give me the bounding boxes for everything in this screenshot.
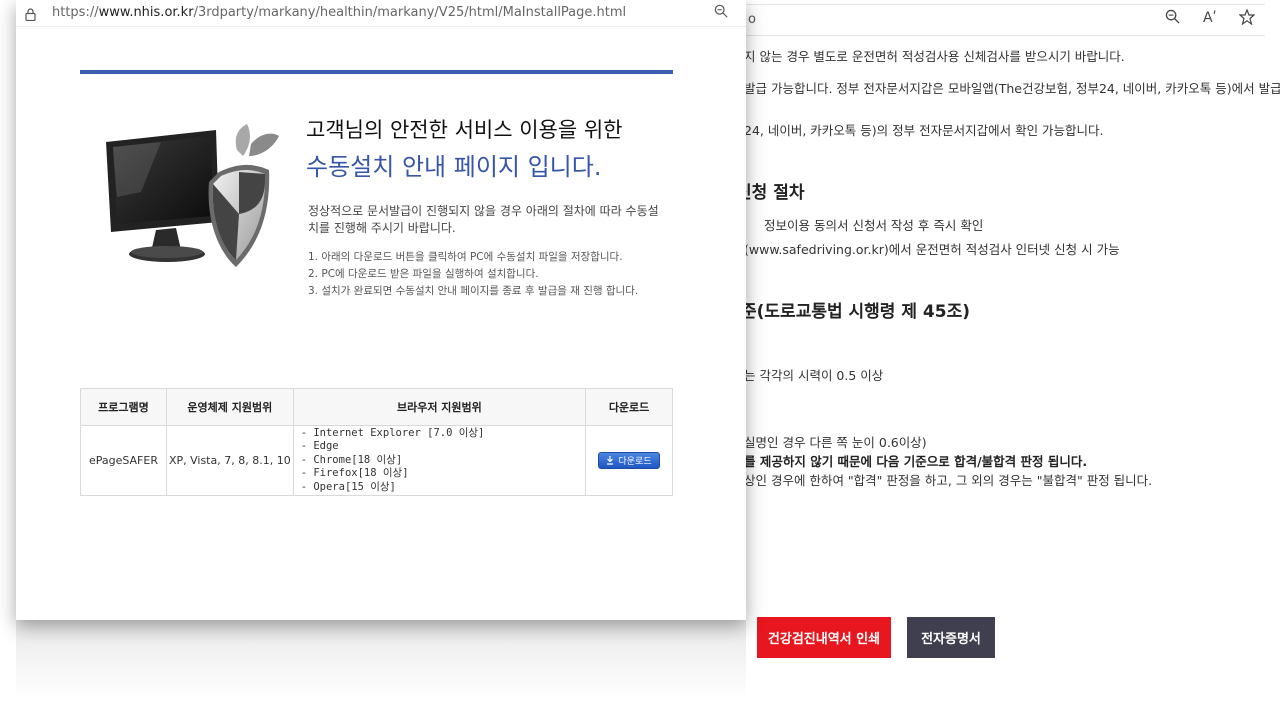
electronic-certificate-button[interactable]: 전자증명서 [907,617,995,658]
cell-browsers: - Internet Explorer [7.0 이상] - Edge - Ch… [292,425,587,496]
list-item: - Firefox[18 이상] [300,467,409,480]
standard-line-1: 는 각각의 시력이 0.5 이상 [744,368,884,383]
header-browser: 브라우저 지원범위 [292,388,587,426]
procedure-heading: 신청 절차 [736,183,805,203]
guide-step-3: 3. 설치가 완료되면 수동설치 안내 페이지를 종료 후 발급을 재 진행 합… [308,285,639,297]
popup-url-host: www.nhis.or.kr [98,5,194,20]
guide-step-2: 2. PC에 다운로드 받은 파일을 실행하여 설치합니다. [308,268,539,280]
standard-line-2: 실명인 경우 다른 쪽 눈이 0.6이상) [744,435,927,450]
guide-title-line-2: 수동설치 안내 페이지 입니다. [306,153,602,181]
guide-title-line-1: 고객님의 안전한 서비스 이용을 위한 [306,118,623,142]
download-button[interactable]: 다운로드 [598,452,660,469]
background-address-bar[interactable] [740,4,1265,36]
lock-icon[interactable] [25,6,36,22]
table-header-row: 프로그램명 운영체제 지원범위 브라우저 지원범위 다운로드 [80,388,673,426]
cell-program: ePageSAFER [80,425,167,496]
cell-download: 다운로드 [585,425,673,496]
standard-line-4: 상인 경우에 한하여 "합격" 판정을 하고, 그 외의 경우는 "불합격" 판… [744,473,1153,488]
header-divider [80,70,673,74]
print-health-checkup-button[interactable]: 건강검진내역서 인쇄 [757,617,891,658]
procedure-line-2: (www.safedriving.or.kr)에서 운전면허 적성검사 인터넷 … [744,242,1120,257]
list-item: - Edge [300,440,339,453]
list-item: - Internet Explorer [7.0 이상] [300,426,485,439]
standard-heading: 준(도로교통법 시행령 제 45조) [741,302,970,322]
header-download: 다운로드 [585,388,673,426]
procedure-line-1: 정보이용 동의서 신청서 작성 후 즉시 확인 [764,218,984,233]
monitor-shield-icon [106,124,279,267]
popup-shadow [16,620,746,700]
standard-line-3: 를 제공하지 않기 때문에 다음 기준으로 합격/불합격 판정 됩니다. [744,454,1088,469]
browser-list: - Internet Explorer [7.0 이상] - Edge - Ch… [294,427,585,495]
background-url-fragment: o [748,12,756,27]
cell-os: XP, Vista, 7, 8, 8.1, 10 [165,425,294,496]
install-guide-popup: https://www.nhis.or.kr/3rdparty/markany/… [16,0,746,620]
header-os: 운영체제 지원범위 [165,388,294,426]
guide-description: 정상적으로 문서발급이 진행되지 않을 경우 아래의 절차에 따라 수동설치를 … [308,204,659,235]
info-line-3: 24, 네이버, 카카오톡 등)의 정부 전자문서지갑에서 확인 가능합니다. [744,123,1104,138]
download-arrow-icon [607,456,614,465]
header-program: 프로그램명 [80,388,167,426]
list-item: - Chrome[18 이상] [300,453,403,466]
program-support-table: 프로그램명 운영체제 지원범위 브라우저 지원범위 다운로드 ePageSAFE… [80,388,673,496]
table-row: ePageSAFER XP, Vista, 7, 8, 8.1, 10 - In… [80,425,673,496]
list-item: - Opera[15 이상] [300,480,396,493]
guide-step-1: 1. 아래의 다운로드 버튼을 클릭하여 PC에 수동설치 파일을 저장합니다. [308,251,623,263]
favorite-star-icon[interactable] [1238,8,1256,29]
info-line-2: 발급 가능합니다. 정부 전자문서지갑은 모바일앱(The건강보험, 정부24,… [744,81,1280,96]
zoom-icon[interactable] [714,4,728,22]
popup-url[interactable]: https://www.nhis.or.kr/3rdparty/markany/… [52,5,626,20]
popup-address-bar[interactable]: https://www.nhis.or.kr/3rdparty/markany/… [16,0,746,27]
info-line-1: 지 않는 경우 별도로 운전면허 적성검사용 신체검사를 받으시기 바랍니다. [744,49,1125,64]
download-button-label: 다운로드 [618,457,652,467]
zoom-icon[interactable] [1165,9,1180,28]
read-aloud-icon[interactable]: Aʹ [1203,10,1216,26]
